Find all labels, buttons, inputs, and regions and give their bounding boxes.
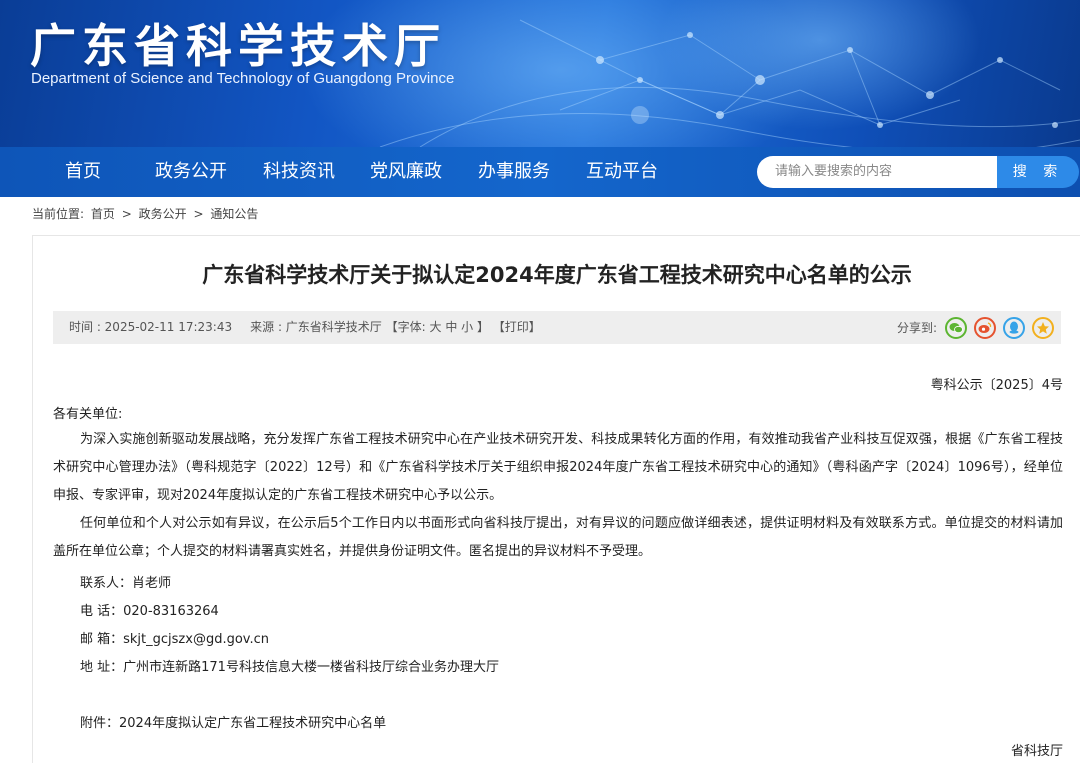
article-title: 广东省科学技术厅关于拟认定2024年度广东省工程技术研究中心名单的公示 (202, 263, 912, 287)
share-bar: 分享到: (897, 311, 1061, 344)
nav-item-tech-news[interactable]: 科技资讯 (263, 147, 335, 197)
print-link[interactable]: 【打印】 (493, 320, 541, 334)
nav-item-interaction[interactable]: 互动平台 (586, 147, 658, 197)
qq-icon[interactable] (1003, 316, 1025, 339)
breadcrumb-government-affairs[interactable]: 政务公开 (139, 207, 187, 221)
search-input[interactable]: 请输入要搜索的内容 (757, 156, 997, 188)
paragraph-1: 为深入实施创新驱动发展战略，充分发挥广东省工程技术研究中心在产业技术研究开发、科… (53, 432, 1063, 503)
weibo-icon[interactable] (974, 316, 996, 339)
search-button[interactable]: 搜 索 (997, 156, 1079, 188)
paragraph-2: 任何单位和个人对公示如有异议，在公示后5个工作日内以书面形式向省科技厅提出，对有… (53, 516, 1063, 559)
contact-email: 邮 箱：skjt_gcjszx@gd.gov.cn (80, 632, 269, 647)
article-source: 来源 : 广东省科学技术厅 (250, 320, 382, 334)
breadcrumb-home[interactable]: 首页 (91, 207, 115, 221)
article-meta: 时间 : 2025-02-11 17:23:43 来源 : 广东省科学技术厅 【字… (69, 311, 541, 344)
wechat-icon[interactable] (945, 316, 967, 339)
nav-item-integrity[interactable]: 党风廉政 (370, 147, 442, 197)
contact-person: 联系人：肖老师 (80, 576, 172, 591)
nav-item-services[interactable]: 办事服务 (478, 147, 550, 197)
site-subtitle: Department of Science and Technology of … (31, 70, 455, 87)
breadcrumb-separator: > (121, 207, 132, 221)
nav-item-government-affairs[interactable]: 政务公开 (155, 147, 227, 197)
site-title: 广东省科学技术厅 (30, 19, 446, 73)
salutation: 各有关单位: (53, 407, 123, 422)
nav-item-home[interactable]: 首页 (65, 147, 101, 197)
header-banner: 广东省科学技术厅 Department of Science and Techn… (0, 0, 1080, 147)
article-meta-bar: 时间 : 2025-02-11 17:23:43 来源 : 广东省科学技术厅 【字… (53, 311, 1061, 344)
share-label: 分享到: (896, 321, 937, 335)
signature: 省科技厅 (1010, 744, 1063, 759)
breadcrumb: 当前位置: 首页 > 政务公开 > 通知公告 (32, 205, 261, 222)
document-number: 粤科公示〔2025〕4号 (930, 378, 1063, 393)
font-size-control[interactable]: 【字体: 大 中 小 】 (386, 320, 489, 334)
breadcrumb-notices[interactable]: 通知公告 (210, 207, 258, 221)
breadcrumb-separator: > (193, 207, 204, 221)
qzone-icon[interactable] (1032, 316, 1054, 339)
breadcrumb-prefix: 当前位置: (32, 207, 85, 221)
contact-address: 地 址：广州市连新路171号科技信息大楼一楼省科技厅综合业务办理大厅 (80, 660, 499, 675)
attachment-link[interactable]: 附件：2024年度拟认定广东省工程技术研究中心名单 (80, 712, 386, 731)
contact-phone: 电 话：020-83163264 (80, 604, 219, 619)
publish-time: 时间 : 2025-02-11 17:23:43 (69, 320, 233, 334)
